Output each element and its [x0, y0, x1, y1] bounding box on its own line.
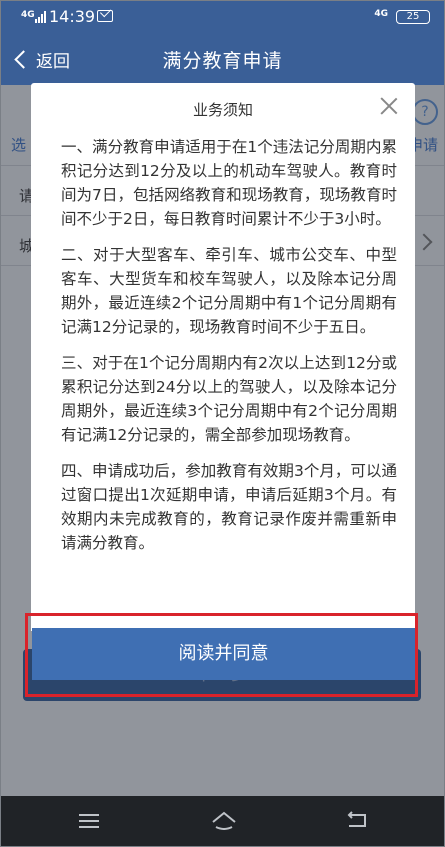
home-icon[interactable] — [211, 810, 237, 830]
system-nav-bar — [1, 796, 444, 846]
page-title: 满分教育申请 — [162, 50, 283, 72]
dialog-title: 业务须知 — [192, 101, 253, 119]
app-header: 返回 满分教育申请 — [1, 33, 444, 85]
signal-bars-icon — [35, 11, 46, 23]
battery-icon: 25 — [396, 10, 430, 24]
clock: 14:39 — [49, 7, 96, 26]
close-icon[interactable] — [379, 96, 399, 116]
back-nav-icon[interactable] — [346, 811, 368, 829]
notice-paragraph: 二、对于大型客车、牵引车、城市公交车、中型客车、大型货车和校车驾驶人，以及除本记… — [61, 246, 397, 336]
dialog-content: 一、满分教育申请适用于在1个违法记分周期内累积记分达到12分及以上的机动车驾驶人… — [61, 135, 397, 567]
highlight-annotation — [25, 613, 418, 697]
signal-label-left: 4G — [21, 10, 35, 20]
notice-paragraph: 三、对于在1个记分周期内有2次以上达到12分或累积记分达到24分以上的驾驶人，以… — [61, 354, 397, 444]
notice-dialog: 业务须知 一、满分教育申请适用于在1个违法记分周期内累积记分达到12分及以上的机… — [31, 83, 415, 631]
notice-paragraph: 一、满分教育申请适用于在1个违法记分周期内累积记分达到12分及以上的机动车驾驶人… — [61, 138, 397, 228]
status-bar: 4G 14:39 4G 25 — [1, 1, 444, 33]
notice-paragraph: 四、申请成功后，参加教育有效期3个月，可以通过窗口提出1次延期申请，申请后延期3… — [61, 462, 397, 552]
phone-screen: 4G 14:39 4G 25 返回 满分教育申请 ? 选 申请 请 城 下一步 … — [0, 0, 445, 847]
signal-label-right: 4G — [374, 9, 388, 19]
menu-icon[interactable] — [79, 814, 99, 828]
notification-icon — [97, 10, 113, 22]
